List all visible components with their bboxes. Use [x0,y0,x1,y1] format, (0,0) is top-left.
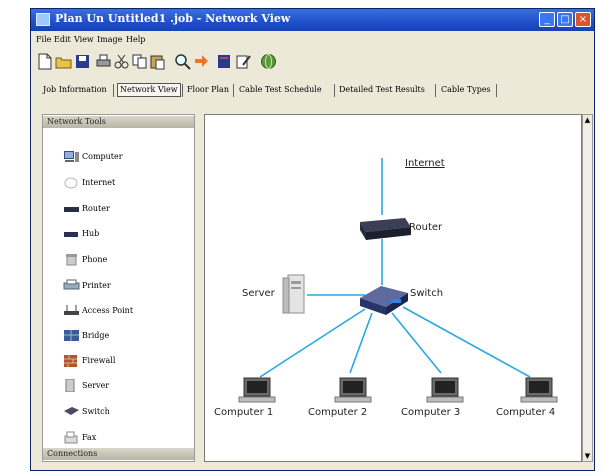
computer-icon [426,377,464,403]
server-icon [65,379,75,392]
close-button[interactable]: × [575,12,591,27]
tool-item-label: Printer [82,281,111,290]
save-icon[interactable] [74,53,91,70]
tab-separator [334,84,335,97]
copy-icon[interactable] [131,53,148,70]
fax-icon [64,431,78,444]
tool-item-label: Firewall [82,356,116,365]
node-label-computer-1[interactable]: Computer 1 [214,407,273,418]
app-icon [36,13,50,26]
phone-icon [66,254,77,266]
link-switch-computer2 [349,312,373,374]
network-tools-header[interactable]: Network Tools [43,116,194,128]
connections-header[interactable]: Connections [43,448,194,460]
tool-item-label: Router [82,204,110,213]
node-label-router[interactable]: Router [409,222,442,233]
switch-icon [64,407,79,415]
tool-item-label: Hub [82,229,100,238]
menu-image[interactable]: Image [97,35,122,44]
menu-help[interactable]: Help [126,35,145,44]
open-icon[interactable] [55,53,72,70]
node-label-computer-3[interactable]: Computer 3 [401,407,460,418]
menu-bar: File Edit View Image Help [31,32,594,48]
tab-job-information[interactable]: Job Information [43,85,107,94]
toolbar [31,50,594,74]
node-label-internet[interactable]: Internet [405,158,445,169]
tab-bar: Job Information Network View Floor Plan … [31,82,594,102]
application-window: Plan Un Untitled1 .job - Network View _ … [30,8,595,471]
tool-item-label: Computer [82,152,123,161]
tool-item-label: Phone [82,255,108,264]
link-switch-computer1 [259,308,366,378]
paste-icon[interactable] [149,53,166,70]
firewall-icon [64,355,77,367]
tab-separator [496,84,497,97]
menu-edit[interactable]: Edit [54,35,71,44]
tab-floor-plan[interactable]: Floor Plan [187,85,229,94]
tool-item-label: Bridge [82,331,110,340]
tool-item-label: Fax [82,433,97,442]
tab-separator [233,84,234,97]
status-bar [31,462,594,470]
edit-icon[interactable] [235,53,252,70]
arrow-icon[interactable] [193,53,210,70]
computer-icon [238,377,276,403]
menu-file[interactable]: File [36,35,51,44]
tool-item-label: Internet [82,178,116,187]
new-icon[interactable] [36,53,53,70]
server-icon [282,274,305,314]
hub-icon [64,232,78,237]
zoom-icon[interactable] [174,53,191,70]
switch-icon [360,286,408,315]
scroll-down-icon[interactable]: ▼ [583,451,592,461]
access-point-icon [64,305,79,315]
tool-item-label: Switch [82,407,110,416]
title-bar: Plan Un Untitled1 .job - Network View _ … [31,9,594,31]
minimize-button[interactable]: _ [539,12,555,27]
router-icon [64,207,79,212]
printer-icon [63,279,80,290]
menu-view[interactable]: View [74,35,94,44]
computer-icon [334,377,372,403]
computer-icon [64,151,79,162]
tool-item-label: Access Point [82,306,134,315]
link-switch-computer3 [391,312,442,374]
bridge-icon [64,330,79,341]
maximize-button[interactable]: □ [557,12,573,27]
vertical-scrollbar[interactable]: ▲ ▼ [582,114,593,462]
node-label-server[interactable]: Server [242,288,275,299]
window-title: Plan Un Untitled1 .job - Network View [55,12,291,25]
tab-separator [182,84,183,97]
book-icon[interactable] [216,53,233,70]
node-label-switch[interactable]: Switch [410,288,443,299]
scroll-up-icon[interactable]: ▲ [583,115,592,125]
tab-network-view[interactable]: Network View [117,83,181,97]
tab-detailed-test-results[interactable]: Detailed Test Results [339,85,425,94]
tab-separator [435,84,436,97]
globe-icon[interactable] [260,53,277,70]
node-label-computer-4[interactable]: Computer 4 [496,407,555,418]
tool-item-label: Server [82,381,110,390]
cut-icon[interactable] [113,53,130,70]
print-icon[interactable] [95,53,112,70]
network-tools-panel: Network Tools Computer Internet Router H… [42,114,195,462]
tab-cable-test-schedule[interactable]: Cable Test Schedule [239,85,322,94]
computer-icon [520,377,558,403]
link-switch-computer4 [402,306,531,378]
node-label-computer-2[interactable]: Computer 2 [308,407,367,418]
tab-cable-types[interactable]: Cable Types [441,85,491,94]
network-canvas[interactable]: Internet Router Server Switch Computer 1… [204,114,582,462]
tab-separator [113,84,114,97]
router-icon [360,218,411,240]
internet-icon [64,177,78,189]
